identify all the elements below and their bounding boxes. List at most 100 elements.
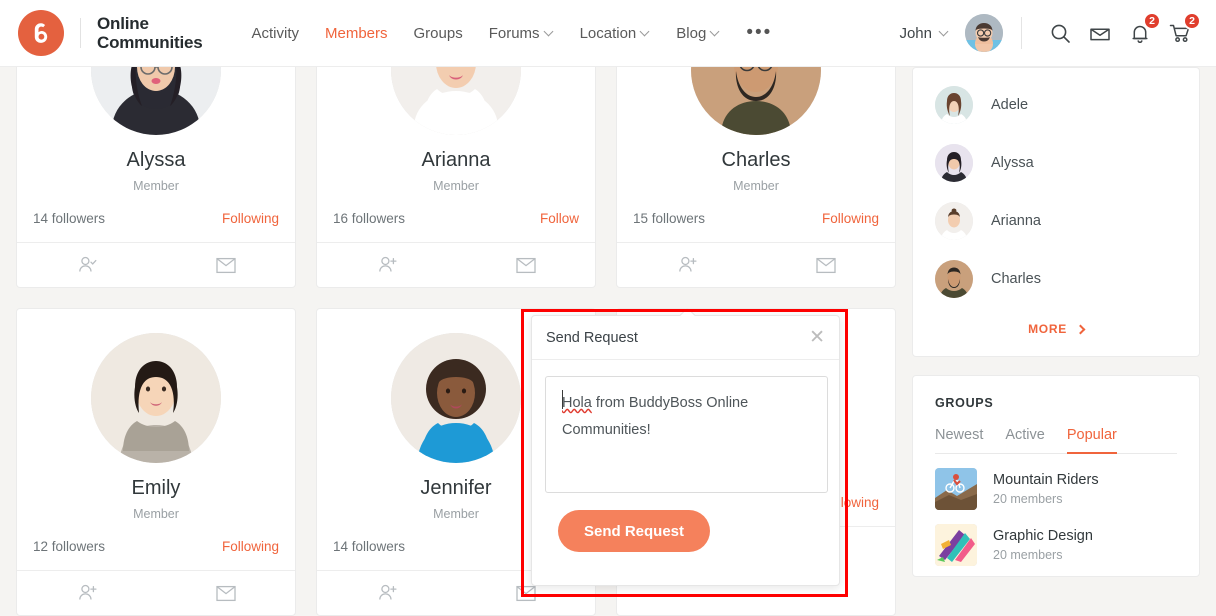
message-text-misspelled: Hola (562, 395, 592, 411)
chevron-right-icon (1075, 324, 1085, 334)
member-card-actions (17, 570, 295, 615)
member-name[interactable]: Emily (33, 477, 279, 500)
tab-newest[interactable]: Newest (935, 427, 983, 454)
user-plus-icon[interactable] (617, 243, 756, 287)
envelope-icon[interactable] (156, 243, 295, 287)
member-meta: 14 followers Following (33, 193, 279, 242)
follower-count: 15 followers (633, 211, 705, 226)
modal-pointer-caret (680, 308, 695, 316)
tab-active[interactable]: Active (1005, 427, 1045, 454)
nav-item-groups[interactable]: Groups (401, 25, 476, 42)
inbox-icon[interactable] (1080, 13, 1120, 53)
groups-widget: GROUPS Newest Active Popular (912, 375, 1200, 577)
chevron-down-icon (641, 28, 650, 37)
member-name[interactable]: Alyssa (33, 149, 279, 172)
follower-count: 14 followers (333, 539, 405, 554)
chevron-down-icon (940, 28, 949, 37)
user-menu[interactable]: John (899, 14, 1003, 52)
brand-name: Online Communities (97, 14, 202, 52)
envelope-icon[interactable] (456, 243, 595, 287)
list-item[interactable]: Charles (935, 250, 1177, 308)
group-info: Mountain Riders 20 members (993, 472, 1099, 506)
avatar[interactable] (935, 144, 973, 182)
modal-header: Send Request ✕ (532, 316, 839, 360)
avatar[interactable] (91, 333, 221, 463)
nav-label: Forums (489, 25, 540, 42)
cart-icon[interactable]: 2 (1160, 13, 1200, 53)
send-request-button[interactable]: Send Request (558, 510, 710, 552)
avatar[interactable] (935, 202, 973, 240)
user-plus-icon[interactable] (317, 243, 456, 287)
follow-button[interactable]: Following (822, 211, 879, 226)
member-card-actions (317, 242, 595, 287)
groups-tabs: Newest Active Popular (935, 427, 1177, 454)
friend-name: Alyssa (991, 155, 1034, 171)
logo-divider (80, 18, 81, 48)
member-card[interactable]: Emily Member 12 followers Following (16, 308, 296, 616)
nav-item-activity[interactable]: Activity (238, 25, 312, 42)
nav-label: Members (325, 25, 388, 42)
list-item[interactable]: Adele (935, 76, 1177, 134)
nav-item-location[interactable]: Location (567, 25, 664, 42)
more-label: MORE (1028, 322, 1067, 336)
member-name[interactable]: Arianna (333, 149, 579, 172)
nav-more-icon[interactable]: ••• (733, 28, 785, 38)
nav-item-forums[interactable]: Forums (476, 25, 567, 42)
list-item[interactable]: Mountain Riders 20 members (935, 454, 1177, 510)
user-plus-icon[interactable] (17, 571, 156, 615)
list-item[interactable]: Arianna (935, 192, 1177, 250)
close-icon[interactable]: ✕ (809, 328, 825, 347)
group-member-count: 20 members (993, 548, 1093, 562)
nav-label: Blog (676, 25, 706, 42)
nav-label: Activity (251, 25, 299, 42)
header-actions: John (899, 13, 1216, 53)
avatar[interactable] (935, 86, 973, 124)
bell-icon[interactable]: 2 (1120, 13, 1160, 53)
notification-badge: 2 (1143, 12, 1161, 30)
nav-item-members[interactable]: Members (312, 25, 401, 42)
envelope-icon[interactable] (156, 571, 295, 615)
group-thumbnail (935, 468, 977, 510)
modal-body: Hola from BuddyBoss Online Communities! … (532, 360, 839, 552)
header-divider (1021, 17, 1022, 49)
member-meta: 16 followers Follow (333, 193, 579, 242)
cart-badge: 2 (1183, 12, 1201, 30)
follower-count: 14 followers (33, 211, 105, 226)
envelope-icon[interactable] (756, 243, 895, 287)
friend-name: Adele (991, 97, 1028, 113)
brand-logo[interactable]: Online Communities (0, 10, 202, 56)
brand-name-line2: Communities (97, 33, 202, 52)
follow-button[interactable]: Following (222, 539, 279, 554)
brand-name-line1: Online (97, 14, 202, 33)
member-name[interactable]: Charles (633, 149, 879, 172)
tab-popular[interactable]: Popular (1067, 427, 1117, 454)
search-icon[interactable] (1040, 13, 1080, 53)
follow-button[interactable]: Following (222, 211, 279, 226)
widget-title: GROUPS (935, 396, 1177, 410)
user-check-icon[interactable] (17, 243, 156, 287)
list-item[interactable]: Graphic Design 20 members (935, 510, 1177, 566)
chevron-down-icon (711, 28, 720, 37)
avatar[interactable] (391, 333, 521, 463)
member-card-actions (17, 242, 295, 287)
friends-widget: Adele Alyssa (912, 67, 1200, 357)
message-textarea[interactable]: Hola from BuddyBoss Online Communities! (545, 376, 828, 493)
avatar[interactable] (965, 14, 1003, 52)
group-info: Graphic Design 20 members (993, 528, 1093, 562)
follow-button[interactable]: Follow (540, 211, 579, 226)
follower-count: 16 followers (333, 211, 405, 226)
user-plus-icon[interactable] (317, 571, 456, 615)
group-thumbnail (935, 524, 977, 566)
more-link[interactable]: MORE (935, 308, 1177, 342)
nav-item-blog[interactable]: Blog (663, 25, 733, 42)
member-role: Member (633, 179, 879, 193)
list-item[interactable]: Alyssa (935, 134, 1177, 192)
member-role: Member (333, 179, 579, 193)
group-name: Mountain Riders (993, 472, 1099, 488)
friend-name: Arianna (991, 213, 1041, 229)
nav-label: Location (580, 25, 637, 42)
sidebar: Adele Alyssa (912, 67, 1200, 595)
avatar[interactable] (935, 260, 973, 298)
member-role: Member (33, 507, 279, 521)
site-header: Online Communities Activity Members Grou… (0, 0, 1216, 67)
